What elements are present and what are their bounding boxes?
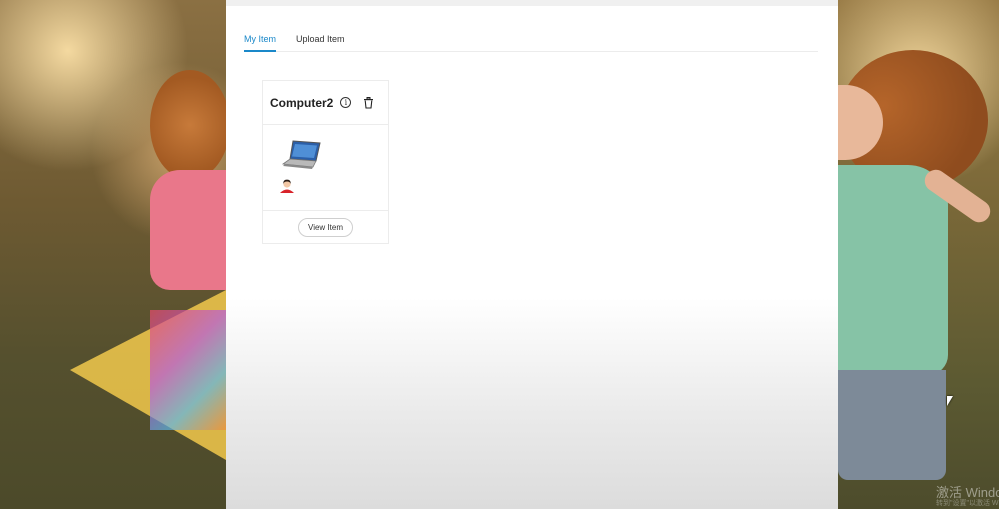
item-card-body xyxy=(263,125,388,211)
content-panel: My Item Upload Item Computer2 i View Ite… xyxy=(226,6,838,509)
item-card: Computer2 i View Item xyxy=(262,80,389,244)
background-figure-shorts xyxy=(838,370,946,480)
laptop-image[interactable] xyxy=(281,139,321,171)
background-photo-left xyxy=(0,0,226,509)
trash-icon[interactable] xyxy=(363,96,374,109)
item-title: Computer2 xyxy=(270,95,334,110)
view-item-button[interactable]: View Item xyxy=(298,218,353,237)
background-figure-shirt xyxy=(838,165,948,375)
tab-my-item[interactable]: My Item xyxy=(244,28,277,52)
info-icon[interactable]: i xyxy=(340,97,352,108)
tab-bar: My Item Upload Item xyxy=(244,28,818,52)
item-card-header: Computer2 i xyxy=(263,81,388,125)
item-card-footer: View Item xyxy=(263,211,388,244)
avatar xyxy=(278,177,296,195)
mouse-cursor-icon xyxy=(947,396,953,406)
activation-watermark-subtext: 转到"设置"以激活 Windows xyxy=(936,500,999,507)
tab-upload-item[interactable]: Upload Item xyxy=(296,28,345,52)
